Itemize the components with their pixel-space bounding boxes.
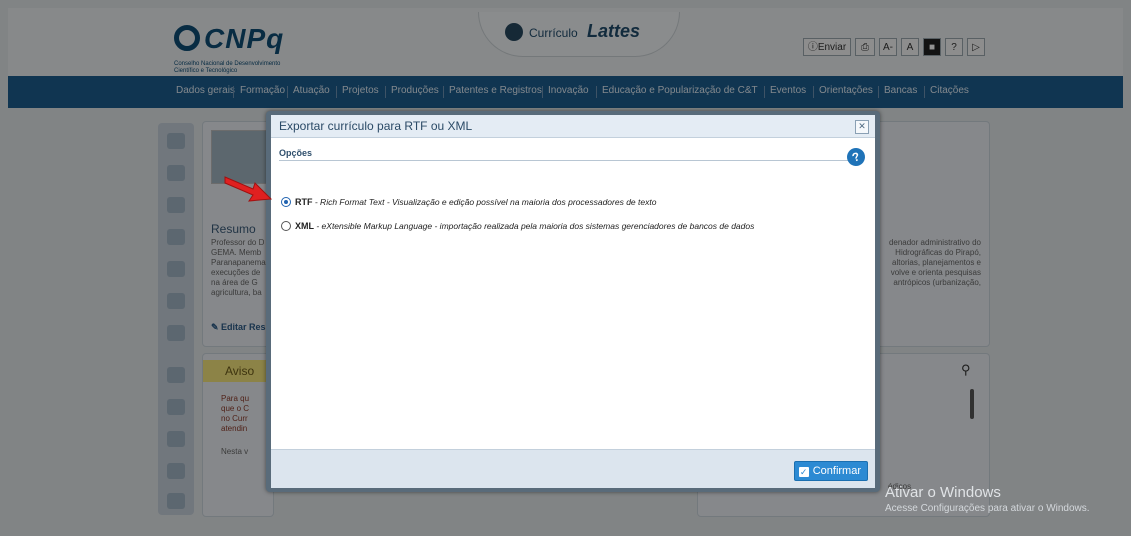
help-book-icon[interactable]: ? (844, 145, 868, 169)
option-rtf[interactable]: RTF - Rich Format Text - Visualização e … (281, 197, 656, 211)
rtf-radio[interactable] (281, 197, 291, 207)
close-icon[interactable]: ✕ (855, 120, 869, 134)
dialog-footer: ✓ Confirmar (271, 449, 875, 488)
rtf-code: RTF (295, 197, 313, 207)
option-xml[interactable]: XML - eXtensible Markup Language - impor… (281, 221, 754, 235)
windows-activation-text: Acesse Configurações para ativar o Windo… (885, 503, 1090, 514)
confirm-button[interactable]: ✓ Confirmar (793, 461, 868, 481)
confirm-label: Confirmar (812, 465, 861, 477)
rtf-description: - Rich Format Text - Visualização e ediç… (312, 197, 657, 207)
dialog-title: Exportar currículo para RTF ou XML (279, 119, 473, 133)
dialog-body: Exportar currículo para RTF ou XML ✕ Opç… (271, 115, 875, 488)
options-divider (279, 160, 849, 161)
xml-description: - eXtensible Markup Language - importaçã… (314, 221, 755, 231)
export-dialog: Exportar currículo para RTF ou XML ✕ Opç… (266, 111, 880, 492)
windows-activation-title: Ativar o Windows (885, 484, 1001, 501)
xml-code: XML (295, 221, 314, 231)
check-icon: ✓ (798, 467, 809, 477)
red-arrow-icon (224, 176, 273, 202)
xml-radio[interactable] (281, 221, 291, 231)
options-label: Opções (279, 148, 313, 158)
dialog-titlebar: Exportar currículo para RTF ou XML ✕ (271, 115, 875, 138)
